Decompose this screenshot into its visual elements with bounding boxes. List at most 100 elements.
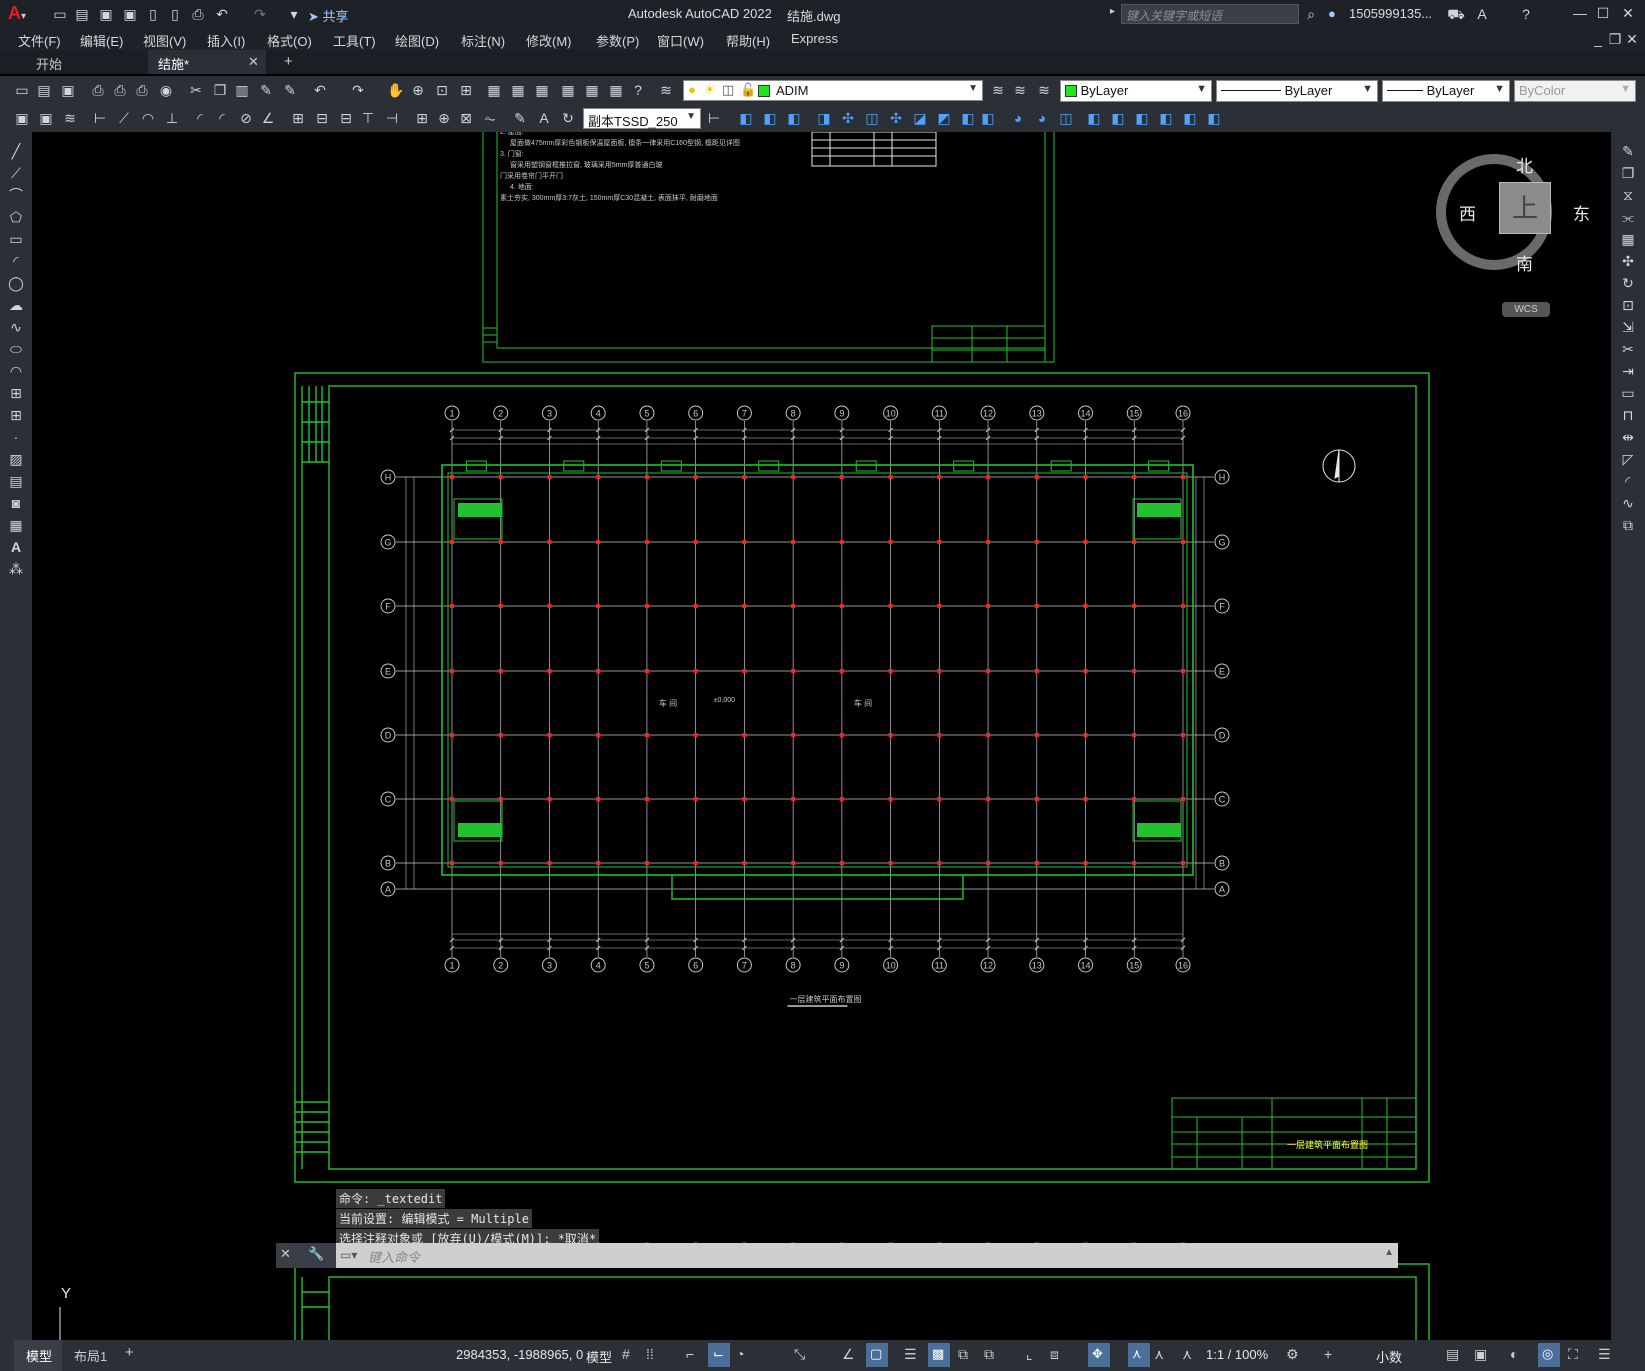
menu-express[interactable]: Express (791, 31, 838, 46)
units-dropdown[interactable]: 小数 (1376, 1347, 1402, 1366)
paste-icon[interactable]: ▥ (232, 81, 252, 99)
ucs-object-icon[interactable]: ✣ (838, 109, 858, 127)
stretch-icon[interactable]: ⇲ (1618, 318, 1638, 336)
help-icon[interactable]: ? (1516, 5, 1536, 23)
chevron-up-icon[interactable]: ▲ (1384, 1247, 1394, 1258)
inspect-icon[interactable]: ⊠ (456, 109, 476, 127)
user-name[interactable]: 1505999135... (1349, 6, 1432, 21)
sheetset-icon[interactable]: ▦ (558, 81, 578, 99)
dim-space-icon[interactable]: ⊤ (358, 109, 378, 127)
add-layout-button[interactable]: + (125, 1344, 134, 1361)
customization-icon[interactable]: ☰ (1598, 1346, 1611, 1363)
zoom-previous-icon[interactable]: ⊞ (456, 81, 476, 99)
quick-properties-icon[interactable]: ▤ (1446, 1346, 1459, 1363)
dim-continue-icon[interactable]: ⊟ (336, 109, 356, 127)
cut-icon[interactable]: ✂ (186, 81, 206, 99)
dim-break-icon[interactable]: ⊣ (382, 109, 402, 127)
mirror-icon[interactable]: ⧖ (1618, 186, 1638, 204)
saveas-icon[interactable]: ▣ (120, 5, 140, 23)
plot-icon[interactable]: ⎙ (188, 5, 208, 23)
redo-icon[interactable]: ↷ (348, 81, 368, 99)
polar-icon[interactable]: ◔ (736, 1346, 744, 1362)
dimstyle-manager-icon[interactable]: ⊢ (704, 109, 724, 127)
doc-close-icon[interactable]: ✕ (1622, 30, 1642, 48)
rotate-icon[interactable]: ↻ (1618, 274, 1638, 292)
save-icon[interactable]: ▣ (58, 81, 78, 99)
tolerance-icon[interactable]: ⊞ (412, 109, 432, 127)
break-icon[interactable]: ⊓ (1618, 406, 1638, 424)
viewcube-east[interactable]: 东 (1573, 200, 1590, 225)
mtext-icon[interactable]: A (6, 538, 26, 556)
view-bottom-icon[interactable]: ◧ (1108, 109, 1128, 127)
zoom-realtime-icon[interactable]: ⊕ (408, 81, 428, 99)
model-space-toggle[interactable]: 模型 (586, 1347, 612, 1366)
qnew-icon[interactable]: ▭ (12, 81, 32, 99)
dim-edit-icon[interactable]: ✎ (510, 109, 530, 127)
wrench-icon[interactable]: 🔧 (308, 1246, 324, 1262)
ucs-z-icon[interactable]: ◕ (1008, 109, 1028, 127)
3d-osnap-icon[interactable]: ⧉ (984, 1346, 994, 1363)
menu-tools[interactable]: 工具(T) (333, 31, 376, 50)
gizmo-icon[interactable]: ✥ (1088, 1343, 1110, 1367)
plot-icon[interactable]: ⎙ (88, 81, 108, 99)
layer-dropdown[interactable]: ● ☀ ◫ 🔓 ADIM ▼ (683, 80, 983, 101)
tab-close-icon[interactable]: ✕ (248, 54, 259, 70)
named-ucs-icon[interactable]: ◫ (1056, 109, 1076, 127)
dim-text-edit-icon[interactable]: A (534, 109, 554, 127)
move-icon[interactable]: ✣ (1618, 252, 1638, 270)
ellipse-icon[interactable]: ⬭ (6, 340, 26, 358)
model-space-svg[interactable]: 2. 屋面: 屋面做475mm厚彩色钢板保温屋面板, 檩条一律采用C160型钢, … (32, 132, 1611, 1340)
coordinates-readout[interactable]: 2984353, -1988965, 0 (456, 1347, 583, 1362)
dim-aligned-icon[interactable]: ⟋ (114, 109, 134, 127)
plotstyle-dropdown[interactable]: ByColor ▼ (1514, 80, 1636, 102)
explode-icon[interactable]: ⧉ (1618, 516, 1638, 534)
region-icon[interactable]: ◙ (6, 494, 26, 512)
erase-icon[interactable]: ✎ (1618, 142, 1638, 160)
selection-filter-icon[interactable]: ⧈ (1050, 1346, 1059, 1363)
line-icon[interactable]: ╱ (6, 142, 26, 160)
break-point-icon[interactable]: ▭ (1618, 384, 1638, 402)
dim-radius-icon[interactable]: ◜ (190, 109, 210, 127)
autodesk-app-icon[interactable]: A (1472, 5, 1492, 23)
new-tab-button[interactable]: + (284, 53, 293, 70)
import-icon[interactable]: ▯ (165, 5, 185, 23)
share-button[interactable]: ➤ 共享 (308, 6, 349, 25)
redo-icon[interactable]: ↷ (250, 5, 270, 23)
grid-icon[interactable]: # (622, 1346, 630, 1362)
lineweight-dropdown[interactable]: ByLayer ▼ (1382, 80, 1510, 102)
cart-icon[interactable]: ⛟ (1446, 5, 1466, 23)
table-icon[interactable]: ▦ (6, 516, 26, 534)
annotation-scale-icon[interactable]: ⋏ (1182, 1346, 1192, 1363)
ucs-origin-icon[interactable]: ✣ (886, 109, 906, 127)
ucs-y-icon[interactable]: ◧ (978, 109, 998, 127)
ucs-3point-icon[interactable]: ◩ (934, 109, 954, 127)
annotation-monitor-icon[interactable]: + (1324, 1346, 1332, 1362)
publish-icon[interactable]: ▯ (143, 5, 163, 23)
menu-window[interactable]: 窗口(W) (657, 31, 704, 50)
open-icon[interactable]: ▤ (34, 81, 54, 99)
copy-icon[interactable]: ❐ (210, 81, 230, 99)
help-icon[interactable]: ? (628, 81, 648, 99)
menu-draw[interactable]: 绘图(D) (395, 31, 439, 50)
tab-start[interactable]: 开始 (0, 50, 146, 74)
menu-edit[interactable]: 编辑(E) (80, 31, 123, 50)
make-block-icon[interactable]: ⊞ (6, 406, 26, 424)
clean-screen-icon[interactable]: ⛶ (1568, 1346, 1578, 1363)
view-right-icon[interactable]: ◧ (1156, 109, 1176, 127)
infer-constraints-icon[interactable]: ⌐ (686, 1346, 694, 1362)
menu-format[interactable]: 格式(O) (267, 31, 312, 50)
tab-active[interactable]: 结施* ✕ (148, 50, 266, 74)
view-top-icon[interactable]: ◧ (1084, 109, 1104, 127)
make-block-icon[interactable]: ▣ (36, 109, 56, 127)
menu-help[interactable]: 帮助(H) (726, 31, 770, 50)
hatch-icon[interactable]: ▨ (6, 450, 26, 468)
selection-cycling-icon[interactable]: ⧉ (958, 1346, 968, 1363)
layer-properties-icon[interactable]: ≋ (656, 81, 676, 99)
ucs-zaxis-icon[interactable]: ◪ (910, 109, 930, 127)
3d-print-icon[interactable]: ◉ (156, 81, 176, 99)
linetype-dropdown[interactable]: ByLayer ▼ (1216, 80, 1378, 102)
viewcube-west[interactable]: 西 (1459, 200, 1476, 225)
undo-icon[interactable]: ↶ (310, 81, 330, 99)
publish-icon[interactable]: ⎙ (132, 81, 152, 99)
matchprop-icon[interactable]: ✎ (256, 81, 276, 99)
